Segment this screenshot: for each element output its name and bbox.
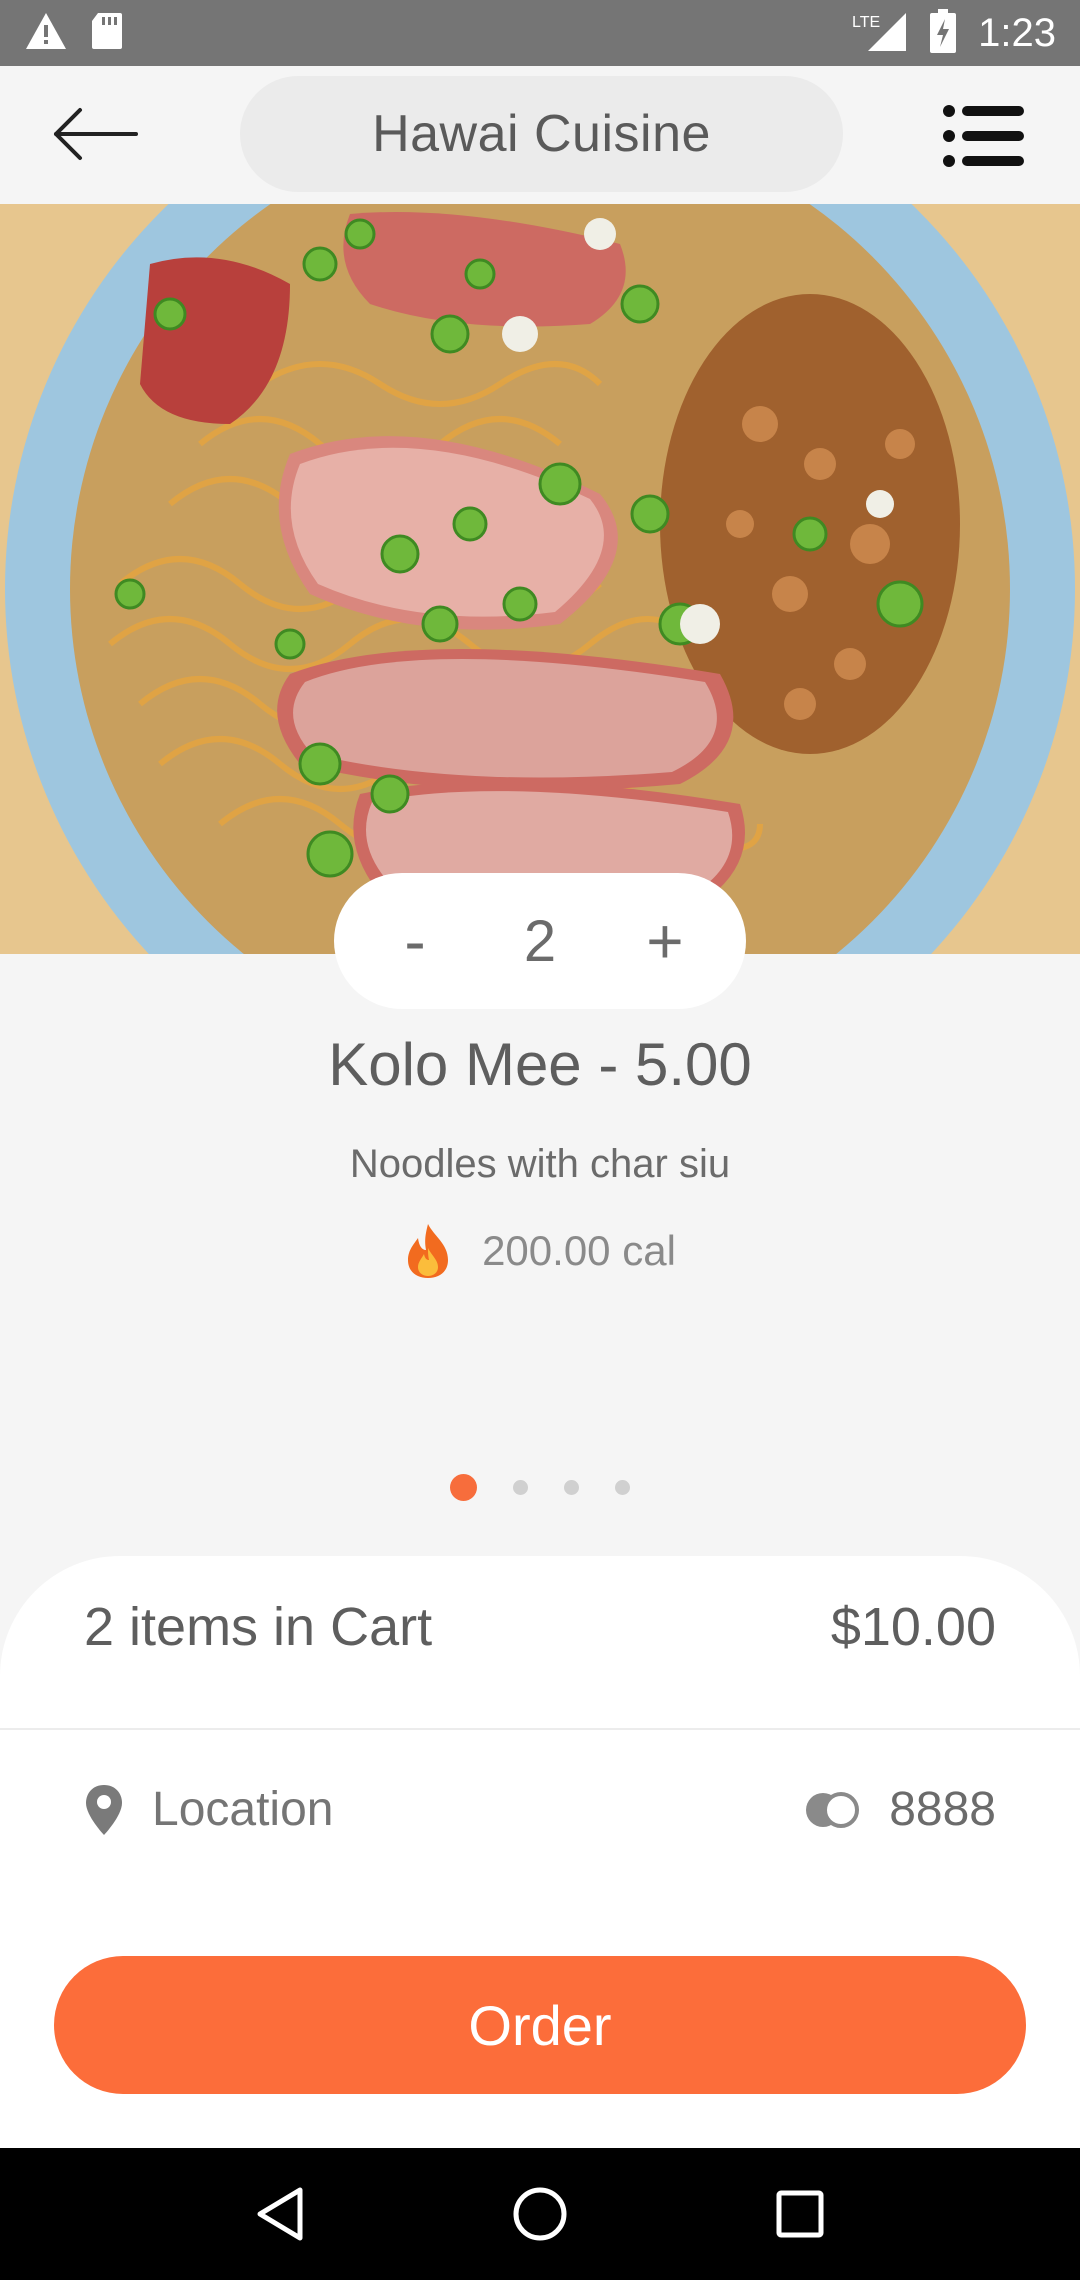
app-screen: LTE 1:23 Hawai Cuisine - 2 + Kolo Mee - … (0, 0, 1080, 2280)
status-bar: LTE 1:23 (0, 0, 1080, 66)
system-nav-bar (0, 2148, 1080, 2280)
warning-icon (24, 11, 68, 56)
signal-icon: LTE (852, 9, 908, 58)
divider (0, 1728, 1080, 1730)
points-value: 8888 (889, 1783, 996, 1836)
app-bar: Hawai Cuisine (0, 66, 1080, 204)
status-left-icons (24, 11, 124, 56)
quantity-value: 2 (523, 908, 557, 974)
location-label: Location (152, 1783, 334, 1836)
dish-image (0, 204, 1080, 954)
recents-square-icon (776, 2190, 824, 2238)
svg-text:LTE: LTE (852, 14, 880, 31)
cart-summary-row: 2 items in Cart $10.00 (84, 1596, 996, 1658)
status-right-icons: LTE 1:23 (852, 8, 1056, 58)
calorie-value: 200.00 cal (482, 1227, 676, 1274)
nav-recents-button[interactable] (755, 2169, 845, 2259)
points-display: 8888 (803, 1782, 996, 1837)
arrow-left-icon (54, 108, 138, 160)
pager-dot[interactable] (564, 1480, 579, 1495)
coins-icon (806, 1791, 860, 1828)
pager-dot[interactable] (450, 1474, 477, 1501)
back-button[interactable] (40, 94, 150, 174)
dish-name: Kolo Mee - 5.00 (328, 1031, 752, 1098)
pager-dot[interactable] (615, 1480, 630, 1495)
decrement-button[interactable]: - (370, 896, 460, 986)
dish-description: Noodles with char siu (349, 1142, 731, 1186)
calorie-row: 200.00 cal (0, 1222, 1080, 1280)
increment-button[interactable]: + (620, 896, 710, 986)
title-pill: Hawai Cuisine (240, 76, 843, 192)
quantity-stepper: - 2 + (334, 873, 746, 1009)
pager-dot[interactable] (513, 1480, 528, 1495)
cart-panel: 2 items in Cart $10.00 Location 8888 Ord… (0, 1556, 1080, 2148)
status-time: 1:23 (978, 10, 1056, 55)
fire-icon (408, 1224, 449, 1278)
list-menu-icon (943, 105, 1024, 167)
nav-home-button[interactable] (495, 2169, 585, 2259)
location-row: Location 8888 (84, 1782, 996, 1837)
sd-card-icon (90, 11, 124, 56)
location-selector[interactable]: Location (84, 1782, 333, 1837)
order-button[interactable]: Order (54, 1956, 1026, 2094)
cart-total: $10.00 (830, 1597, 996, 1657)
nav-back-button[interactable] (235, 2169, 325, 2259)
menu-button[interactable] (934, 96, 1034, 176)
home-circle-icon (513, 2187, 567, 2241)
map-pin-icon (86, 1784, 122, 1835)
cart-item-count: 2 items in Cart (84, 1597, 433, 1657)
battery-charging-icon (930, 8, 957, 58)
page-title: Hawai Cuisine (372, 105, 711, 163)
order-button-label: Order (468, 1993, 612, 2057)
back-triangle-icon (257, 2187, 303, 2241)
image-pager (0, 1474, 1080, 1501)
